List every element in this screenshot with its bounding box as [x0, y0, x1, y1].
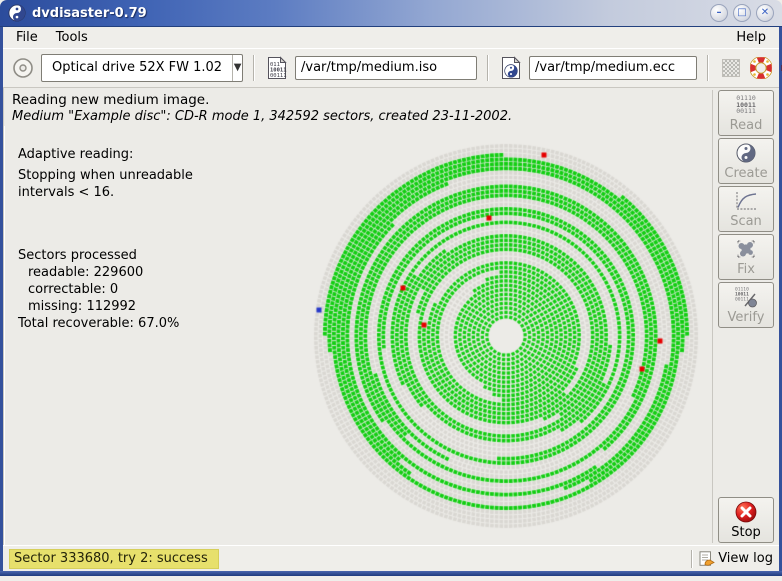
readable-row: readable: 229600 [18, 264, 193, 281]
verify-icon: 01110 10011 00111 [733, 285, 759, 309]
verify-button-label: Verify [728, 310, 765, 325]
status-header: Reading new medium image. Medium "Exampl… [4, 88, 779, 126]
read-binary-icon: 01110 10011 00111 [736, 93, 756, 117]
chevron-down-icon: ▼ [232, 55, 242, 81]
preferences-icon-disabled[interactable] [719, 55, 743, 81]
total-recoverable-value: 67.0% [138, 316, 179, 331]
disabled-checker-glyph [722, 59, 740, 77]
app-logo-yinyang-icon [8, 4, 26, 22]
iso-image-icon: 011 10011 00111 [265, 55, 289, 81]
total-recoverable-row: Total recoverable: 67.0% [18, 315, 193, 332]
correctable-label: correctable: [28, 282, 106, 297]
correctable-value: 0 [110, 282, 118, 297]
missing-row: missing: 112992 [18, 298, 193, 315]
stop-button-label: Stop [731, 525, 761, 540]
help-lifebelt-icon[interactable] [749, 55, 773, 81]
verify-button[interactable]: 01110 10011 00111 Verify [718, 282, 774, 328]
toolbar: Optical drive 52X FW 1.02 ▼ 011 10011 00… [3, 48, 779, 88]
window-frame: File Tools Help Optical drive 52X FW 1.0… [0, 27, 782, 571]
operation-title: Reading new medium image. [12, 92, 779, 108]
fix-button-label: Fix [737, 262, 755, 277]
drive-selector[interactable]: Optical drive 52X FW 1.02 ▼ [41, 54, 243, 82]
menu-help[interactable]: Help [727, 29, 775, 46]
reading-info-panel: Adaptive reading: Stopping when unreadab… [18, 146, 193, 332]
window-bottom-frame [0, 571, 782, 576]
toolbar-separator [707, 55, 709, 81]
readable-label: readable: [28, 265, 89, 280]
create-button[interactable]: Create [718, 138, 774, 184]
window-title: dvdisaster-0.79 [32, 6, 147, 21]
log-document-icon [699, 551, 715, 567]
window-controls: – □ ✕ [710, 4, 782, 22]
status-message: Sector 333680, try 2: success [9, 549, 219, 569]
menu-file[interactable]: File [7, 29, 47, 46]
toolbar-separator [253, 55, 255, 81]
scan-curve-icon [734, 189, 758, 213]
sectors-processed-title: Sectors processed [18, 247, 193, 264]
readable-value: 229600 [94, 265, 144, 280]
view-log-button[interactable]: View log [699, 551, 773, 567]
scan-button[interactable]: Scan [718, 186, 774, 232]
stop-button[interactable]: Stop [718, 497, 774, 543]
stop-icon [734, 500, 758, 524]
missing-label: missing: [28, 299, 82, 314]
create-yinyang-icon [736, 141, 756, 165]
status-bar: Sector 333680, try 2: success View log [3, 545, 779, 571]
drive-selector-value: Optical drive 52X FW 1.02 [42, 60, 232, 75]
toolbar-separator [487, 55, 489, 81]
svg-text:00111: 00111 [270, 73, 287, 79]
image-file-input[interactable] [295, 56, 477, 80]
status-separator [691, 550, 693, 568]
mode-label: Adaptive reading: [18, 146, 193, 163]
medium-info: Medium "Example disc": CD-R mode 1, 3425… [12, 109, 779, 124]
fix-puzzle-icon [734, 237, 758, 261]
ecc-file-icon [499, 55, 523, 81]
read-button-label: Read [730, 118, 763, 133]
correctable-row: correctable: 0 [18, 281, 193, 298]
fix-button[interactable]: Fix [718, 234, 774, 280]
title-bar: dvdisaster-0.79 – □ ✕ [0, 0, 782, 27]
application-window: dvdisaster-0.79 – □ ✕ File Tools Help Op… [0, 0, 782, 581]
minimize-button[interactable]: – [710, 4, 728, 22]
total-recoverable-label: Total recoverable: [18, 316, 134, 331]
spacer [18, 201, 193, 247]
menu-bar: File Tools Help [3, 27, 779, 48]
ecc-file-input[interactable] [529, 56, 697, 80]
close-button[interactable]: ✕ [756, 4, 774, 22]
missing-value: 112992 [86, 299, 136, 314]
menu-tools[interactable]: Tools [47, 29, 97, 46]
action-sidebar: 01110 10011 00111 Read Create [712, 90, 777, 543]
maximize-button[interactable]: □ [733, 4, 751, 22]
view-log-label: View log [718, 551, 773, 566]
stopping-rule-line1: Stopping when unreadable [18, 167, 193, 184]
stopping-rule-line2: intervals < 16. [18, 184, 193, 201]
create-button-label: Create [724, 166, 767, 181]
drive-icon [11, 55, 35, 81]
read-button[interactable]: 01110 10011 00111 Read [718, 90, 774, 136]
svg-text:00111: 00111 [735, 297, 749, 303]
scan-button-label: Scan [730, 214, 762, 229]
main-content: Reading new medium image. Medium "Exampl… [3, 88, 779, 545]
